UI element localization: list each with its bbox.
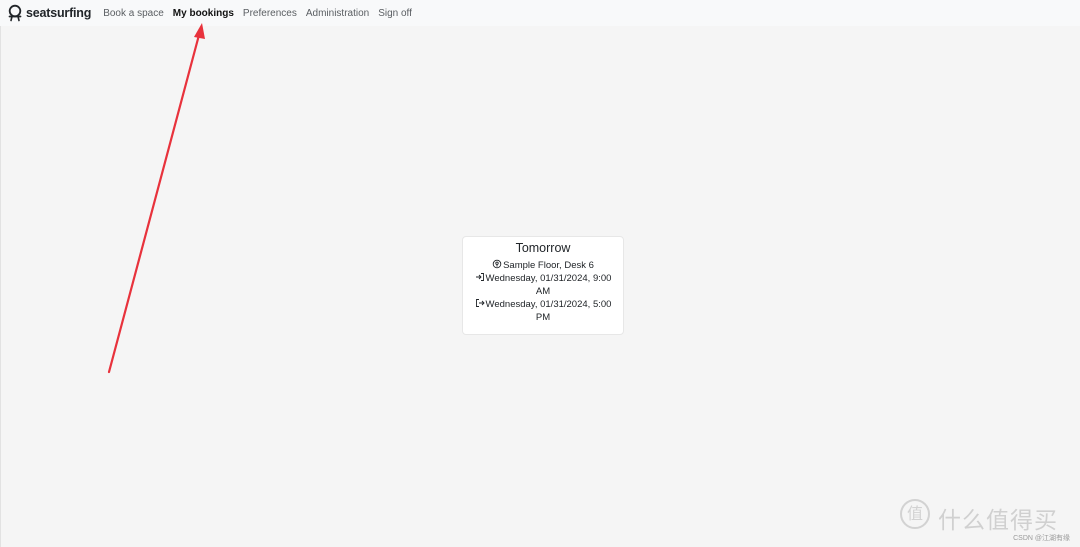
booking-leave: Wednesday, 01/31/2024, 5:00 PM [463, 298, 623, 324]
nav-administration[interactable]: Administration [306, 8, 369, 19]
watermark-credit: CSDN @江湖有缘 [1013, 535, 1070, 542]
booking-enter-text: Wednesday, 01/31/2024, 9:00 AM [485, 273, 612, 297]
booking-location: Sample Floor, Desk 6 [463, 259, 623, 272]
booking-enter: Wednesday, 01/31/2024, 9:00 AM [463, 272, 623, 298]
nav-sign-off[interactable]: Sign off [378, 8, 412, 19]
watermark: 值 什么值得买 CSDN @江湖有缘 [900, 499, 1070, 542]
brand-name: seatsurfing [26, 6, 92, 20]
booking-location-text: Sample Floor, Desk 6 [503, 260, 594, 271]
watermark-badge: 值 [900, 499, 930, 529]
watermark-text: 什么值得买 [938, 508, 1058, 534]
enter-icon [475, 273, 484, 281]
booking-card[interactable]: Tomorrow Sample Floor, Desk 6 Wednesday,… [462, 236, 624, 335]
page-border [0, 26, 1, 547]
seat-location-icon [8, 4, 22, 22]
brand[interactable]: seatsurfing [6, 4, 91, 22]
nav-my-bookings[interactable]: My bookings [173, 8, 234, 19]
nav-preferences[interactable]: Preferences [243, 8, 297, 19]
booking-leave-text: Wednesday, 01/31/2024, 5:00 PM [485, 299, 612, 323]
exit-icon [475, 299, 485, 307]
nav-book-a-space[interactable]: Book a space [103, 8, 164, 19]
booking-title: Tomorrow [515, 241, 571, 255]
top-navbar: seatsurfing Book a space My bookings Pre… [0, 0, 1080, 26]
location-pin-icon [492, 259, 502, 269]
